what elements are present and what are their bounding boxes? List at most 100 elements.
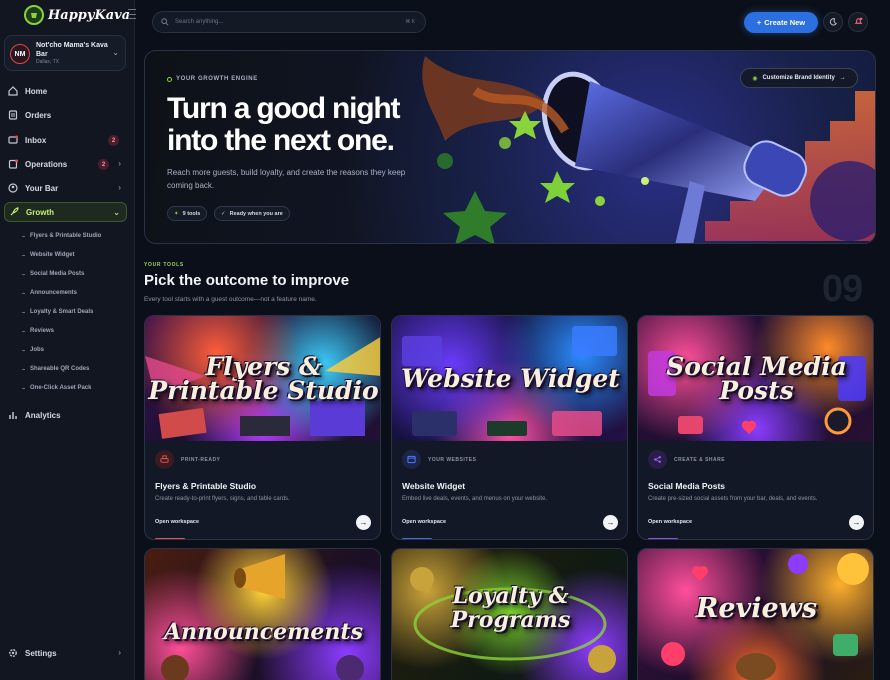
card-artwork-title: Flyers & Printable Studio <box>148 351 379 405</box>
ready-chip: ✓ Ready when you are <box>214 206 290 221</box>
sidebar-subitem-label: Website Widget <box>30 252 75 258</box>
create-new-label: Create New <box>764 18 806 27</box>
sidebar-item-home[interactable]: Home <box>4 81 127 101</box>
sidebar-subitem-asset-pack[interactable]: One-Click Asset Pack <box>22 385 91 391</box>
card-description: Create pre-sized social assets from your… <box>648 496 818 502</box>
collapse-sidebar-icon[interactable] <box>128 9 136 19</box>
card-artwork: Reviews <box>638 549 873 680</box>
rocket-icon <box>9 207 19 217</box>
section-title: Pick the outcome to improve <box>144 272 350 289</box>
bullet <box>22 311 25 313</box>
chevron-right-icon: › <box>118 183 121 192</box>
palette-icon: ◉ <box>752 75 758 82</box>
theme-toggle-button[interactable] <box>823 12 843 32</box>
sidebar: HappyKava NM Not'cho Mama's Kava Bar Dal… <box>0 0 136 680</box>
card-title: Website Widget <box>402 481 466 491</box>
sidebar-subitem-announcements[interactable]: Announcements <box>22 290 77 296</box>
tool-card-website-widget[interactable]: Website Widget YOUR WEBSITES Website Wid… <box>391 315 628 540</box>
sidebar-item-operations[interactable]: Operations 2 › <box>4 154 127 174</box>
hero-title: Turn a good night into the next one. <box>167 92 401 157</box>
tool-card-loyalty[interactable]: Loyalty & Programs <box>391 548 628 680</box>
sidebar-subitem-website-widget[interactable]: Website Widget <box>22 252 75 258</box>
bullet <box>22 330 25 332</box>
card-tag: YOUR WEBSITES <box>428 457 477 463</box>
sidebar-item-label: Settings <box>25 648 57 658</box>
hero-subtitle: Reach more guests, build loyalty, and cr… <box>167 168 406 190</box>
sidebar-subitem-jobs[interactable]: Jobs <box>22 347 44 353</box>
open-workspace-link[interactable]: Open workspace <box>648 519 692 525</box>
hero-eyebrow: YOUR GROWTH ENGINE <box>167 76 258 82</box>
venue-avatar: NM <box>10 44 30 64</box>
bullet <box>22 254 25 256</box>
open-workspace-link[interactable]: Open workspace <box>402 519 446 525</box>
sidebar-item-orders[interactable]: Orders <box>4 105 127 125</box>
create-new-button[interactable]: + Create New <box>744 12 818 33</box>
tool-card-announcements[interactable]: Announcements <box>144 548 381 680</box>
section-subtitle: Every tool starts with a guest outcome—n… <box>144 296 317 303</box>
tools-count-chip: ✦ 9 tools <box>167 206 208 221</box>
card-artwork-title: Announcements <box>164 618 363 645</box>
sidebar-subitem-social[interactable]: Social Media Posts <box>22 271 84 277</box>
bar-chart-icon <box>8 410 18 420</box>
inbox-icon <box>8 135 18 145</box>
card-artwork: Website Widget <box>392 316 627 441</box>
notifications-button[interactable] <box>848 12 868 32</box>
sidebar-item-label: Growth <box>26 207 54 217</box>
storefront-icon <box>8 183 18 193</box>
sidebar-item-settings[interactable]: Settings › <box>4 643 127 663</box>
sidebar-subitem-flyers[interactable]: Flyers & Printable Studio <box>22 233 101 239</box>
sidebar-item-inbox[interactable]: Inbox 2 <box>4 130 127 150</box>
tool-card-reviews[interactable]: Reviews <box>637 548 874 680</box>
logo[interactable]: HappyKava <box>24 4 130 26</box>
sidebar-subitem-loyalty[interactable]: Loyalty & Smart Deals <box>22 309 93 315</box>
customize-brand-label: Customize Brand Identity <box>762 75 835 81</box>
sidebar-subitem-label: Shareable QR Codes <box>30 366 90 372</box>
sidebar-item-your-bar[interactable]: Your Bar › <box>4 178 127 198</box>
card-description: Embed live deals, events, and menus on y… <box>402 496 548 502</box>
tool-count: 09 <box>822 268 863 310</box>
chevron-right-icon: › <box>118 648 121 657</box>
accent-bar <box>402 538 432 539</box>
sidebar-item-growth[interactable]: Growth ⌄ <box>4 202 127 222</box>
sidebar-subitem-label: Jobs <box>30 347 45 353</box>
customize-brand-button[interactable]: ◉ Customize Brand Identity → <box>740 68 858 88</box>
arrow-right-icon[interactable]: → <box>603 515 618 530</box>
search-bar[interactable]: Search anything... ⌘ K <box>152 11 426 33</box>
card-artwork: Announcements <box>145 549 380 680</box>
chip-label: Ready when you are <box>229 210 283 217</box>
bullet <box>22 368 25 370</box>
sidebar-subitem-label: Loyalty & Smart Deals <box>30 309 94 315</box>
sidebar-item-analytics[interactable]: Analytics <box>4 405 127 425</box>
operations-badge: 2 <box>98 159 109 170</box>
sidebar-item-label: Inbox <box>25 135 47 145</box>
venue-name: Not'cho Mama's Kava Bar <box>36 42 108 58</box>
app-root: HappyKava NM Not'cho Mama's Kava Bar Dal… <box>0 0 890 680</box>
card-tag: CREATE & SHARE <box>674 457 726 463</box>
moon-icon <box>829 13 837 31</box>
sidebar-subitem-label: One-Click Asset Pack <box>30 385 92 391</box>
card-artwork-title: Loyalty & Programs <box>450 583 571 633</box>
sidebar-subitem-label: Flyers & Printable Studio <box>30 233 102 239</box>
arrow-right-icon[interactable]: → <box>849 515 864 530</box>
sidebar-subitem-reviews[interactable]: Reviews <box>22 328 54 334</box>
tool-card-flyers[interactable]: Flyers & Printable Studio PRINT-READY Fl… <box>144 315 381 540</box>
bullet <box>22 292 25 294</box>
card-artwork-title: Social Media Posts <box>666 351 847 405</box>
open-workspace-link[interactable]: Open workspace <box>155 519 199 525</box>
sparkle-icon: ✦ <box>174 210 179 217</box>
section-eyebrow: YOUR TOOLS <box>144 262 184 268</box>
arrow-right-icon[interactable]: → <box>356 515 371 530</box>
browser-window-icon <box>402 450 421 469</box>
sidebar-item-label: Your Bar <box>25 183 59 193</box>
status-dot-icon <box>167 76 172 82</box>
card-description: Create ready-to-print flyers, signs, and… <box>155 496 290 502</box>
search-input[interactable]: Search anything... <box>175 19 223 25</box>
venue-location: Dallas, TX <box>36 59 59 65</box>
tool-card-social-media[interactable]: Social Media Posts CREATE & SHARE Social… <box>637 315 874 540</box>
kava-cup-icon <box>24 5 44 25</box>
venue-switcher[interactable]: NM Not'cho Mama's Kava Bar Dallas, TX ⌄ <box>4 35 126 71</box>
sidebar-subitem-qr-codes[interactable]: Shareable QR Codes <box>22 366 89 372</box>
card-tag: PRINT-READY <box>181 457 221 463</box>
check-icon: ✓ <box>221 210 226 217</box>
sidebar-subitem-label: Reviews <box>30 328 55 334</box>
